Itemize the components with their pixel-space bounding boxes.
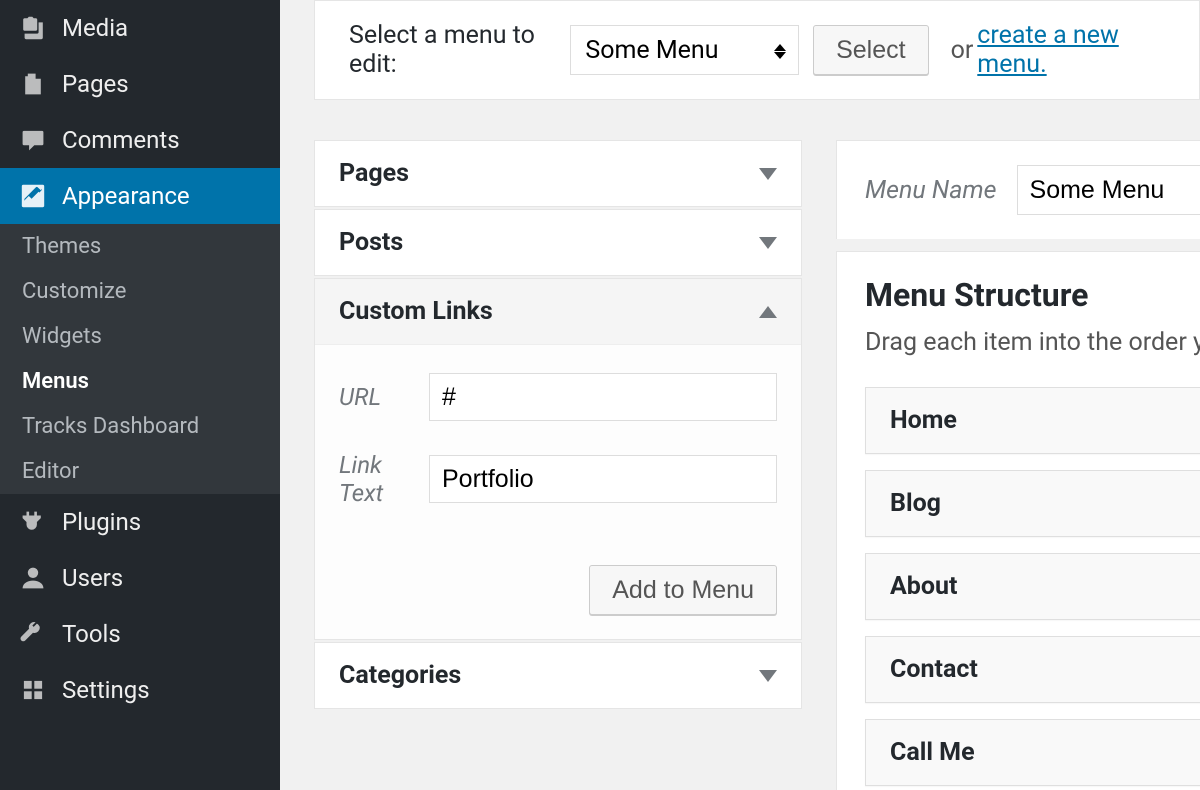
sidebar-label: Comments bbox=[62, 126, 180, 154]
custom-links-body: URL Link Text bbox=[315, 345, 801, 565]
chevron-up-icon bbox=[759, 306, 777, 318]
appearance-submenu: Themes Customize Widgets Menus Tracks Da… bbox=[0, 224, 280, 494]
sub-editor[interactable]: Editor bbox=[0, 449, 280, 494]
sidebar-label: Users bbox=[62, 564, 123, 592]
chevron-down-icon bbox=[759, 168, 777, 180]
url-input[interactable] bbox=[429, 373, 777, 421]
chevron-down-icon bbox=[759, 670, 777, 682]
metabox-custom-links-head[interactable]: Custom Links bbox=[315, 279, 801, 345]
comment-icon bbox=[18, 125, 48, 155]
sidebar-label: Tools bbox=[62, 620, 121, 648]
plugin-icon bbox=[18, 507, 48, 537]
main-content: Select a menu to edit: Some Menu Select … bbox=[280, 0, 1200, 790]
user-icon bbox=[18, 563, 48, 593]
menu-item[interactable]: About bbox=[865, 553, 1200, 620]
metabox-pages: Pages bbox=[314, 140, 802, 207]
menu-item[interactable]: Call Me bbox=[865, 719, 1200, 786]
sidebar-label: Appearance bbox=[62, 182, 190, 210]
sidebar-label: Plugins bbox=[62, 508, 141, 536]
media-icon bbox=[18, 13, 48, 43]
metabox-posts-head[interactable]: Posts bbox=[315, 210, 801, 275]
sidebar-label: Media bbox=[62, 14, 128, 42]
link-text-input[interactable] bbox=[429, 455, 777, 503]
metabox-categories: Categories bbox=[314, 642, 802, 709]
or-text: or bbox=[951, 36, 974, 65]
sidebar-item-plugins[interactable]: Plugins bbox=[0, 494, 280, 550]
tool-icon bbox=[18, 619, 48, 649]
link-text-label: Link Text bbox=[339, 451, 429, 507]
menu-item[interactable]: Contact bbox=[865, 636, 1200, 703]
page-icon bbox=[18, 69, 48, 99]
menu-structure: Menu Structure Drag each item into the o… bbox=[836, 251, 1200, 790]
sidebar-item-pages[interactable]: Pages bbox=[0, 56, 280, 112]
create-menu-link[interactable]: create a new menu. bbox=[977, 21, 1165, 79]
settings-icon bbox=[18, 675, 48, 705]
sidebar-item-tools[interactable]: Tools bbox=[0, 606, 280, 662]
metabox-categories-head[interactable]: Categories bbox=[315, 643, 801, 708]
add-to-menu-button[interactable]: Add to Menu bbox=[589, 565, 777, 615]
sub-widgets[interactable]: Widgets bbox=[0, 314, 280, 359]
menu-item[interactable]: Blog bbox=[865, 470, 1200, 537]
sub-tracks[interactable]: Tracks Dashboard bbox=[0, 404, 280, 449]
menu-name-input[interactable] bbox=[1017, 165, 1200, 215]
sidebar-item-comments[interactable]: Comments bbox=[0, 112, 280, 168]
chevron-down-icon bbox=[759, 237, 777, 249]
url-label: URL bbox=[339, 383, 429, 411]
menu-name-bar: Menu Name bbox=[836, 140, 1200, 239]
menu-name-label: Menu Name bbox=[865, 176, 997, 205]
metabox-pages-head[interactable]: Pages bbox=[315, 141, 801, 206]
sidebar-label: Pages bbox=[62, 70, 129, 98]
metabox-column: Pages Posts Custom Links bbox=[314, 140, 802, 790]
menu-item[interactable]: Home bbox=[865, 387, 1200, 454]
select-menu-label: Select a menu to edit: bbox=[349, 21, 556, 79]
sub-menus[interactable]: Menus bbox=[0, 359, 280, 404]
sidebar-item-settings[interactable]: Settings bbox=[0, 662, 280, 718]
select-button[interactable]: Select bbox=[813, 25, 928, 75]
metabox-posts: Posts bbox=[314, 209, 802, 276]
menu-select-bar: Select a menu to edit: Some Menu Select … bbox=[314, 0, 1200, 100]
sidebar-item-users[interactable]: Users bbox=[0, 550, 280, 606]
metabox-custom-links: Custom Links URL Link Text bbox=[314, 278, 802, 640]
appearance-icon bbox=[18, 181, 48, 211]
sub-themes[interactable]: Themes bbox=[0, 224, 280, 269]
sub-customize[interactable]: Customize bbox=[0, 269, 280, 314]
sidebar-label: Settings bbox=[62, 676, 150, 704]
menu-select-dropdown[interactable]: Some Menu bbox=[570, 25, 799, 75]
menu-structure-heading: Menu Structure bbox=[865, 276, 1200, 314]
menu-structure-desc: Drag each item into the order yo bbox=[865, 328, 1200, 357]
menu-edit-column: Menu Name Menu Structure Drag each item … bbox=[836, 140, 1200, 790]
sidebar-item-media[interactable]: Media bbox=[0, 0, 280, 56]
sidebar-item-appearance[interactable]: Appearance bbox=[0, 168, 280, 224]
admin-sidebar: Media Pages Comments Appearance Themes C… bbox=[0, 0, 280, 790]
